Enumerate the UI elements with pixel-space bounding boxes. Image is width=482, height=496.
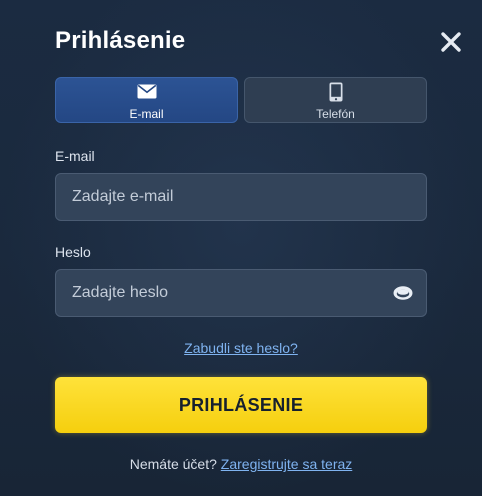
forgot-password-row: Zabudli ste heslo? <box>0 340 482 358</box>
tab-phone-label: Telefón <box>316 107 355 121</box>
eye-icon[interactable] <box>393 285 413 301</box>
tab-email[interactable]: E-mail <box>55 77 238 123</box>
login-modal: Prihlásenie E-mail Telefón E-mail Heslo <box>0 0 482 496</box>
login-button[interactable]: PRIHLÁSENIE <box>55 377 427 433</box>
register-link[interactable]: Zaregistrujte sa teraz <box>221 456 353 472</box>
no-account-text: Nemáte účet? <box>129 456 217 472</box>
tab-phone[interactable]: Telefón <box>244 77 427 123</box>
envelope-icon <box>137 84 156 99</box>
close-icon[interactable] <box>440 31 462 53</box>
tab-email-label: E-mail <box>129 107 164 121</box>
email-field[interactable] <box>55 173 427 221</box>
email-label: E-mail <box>55 148 95 164</box>
register-prompt-row: Nemáte účet? Zaregistrujte sa teraz <box>0 456 482 472</box>
login-method-tabs: E-mail Telefón <box>55 77 427 125</box>
modal-title: Prihlásenie <box>55 27 186 54</box>
password-label: Heslo <box>55 244 91 260</box>
phone-icon <box>329 82 342 102</box>
forgot-password-link[interactable]: Zabudli ste heslo? <box>184 340 298 356</box>
password-field[interactable] <box>55 269 427 317</box>
